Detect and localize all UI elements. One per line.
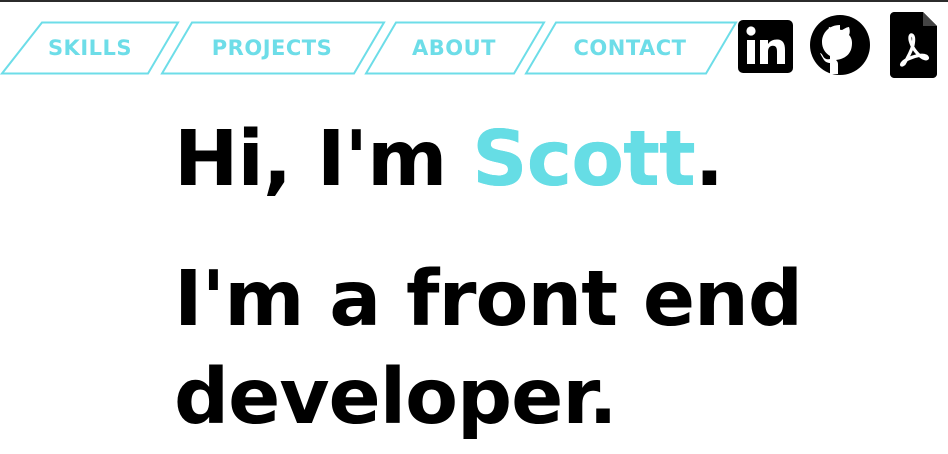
github-icon <box>810 15 870 75</box>
nav-tab-contact[interactable]: CONTACT <box>524 21 738 75</box>
nav-tab-about-label: ABOUT <box>412 36 496 60</box>
nav-tab-skills[interactable]: SKILLS <box>0 21 180 75</box>
page: SKILLS PROJECTS ABOUT CONTACT Hi, I'm Sc… <box>0 0 948 454</box>
hero-greeting: Hi, I'm Scott. <box>174 112 724 208</box>
linkedin-icon <box>738 20 793 73</box>
nav-tab-projects[interactable]: PROJECTS <box>160 21 386 75</box>
nav-tab-projects-label: PROJECTS <box>211 36 333 60</box>
hero-name: Scott <box>472 115 696 204</box>
github-link[interactable] <box>809 14 871 80</box>
nav-tab-about[interactable]: ABOUT <box>364 21 546 75</box>
greeting-suffix: . <box>694 115 724 204</box>
nav-tab-skills-label: SKILLS <box>47 36 133 60</box>
pdf-icon <box>890 12 937 78</box>
hero-role-line-2: developer. <box>174 353 618 442</box>
resume-link[interactable] <box>890 12 937 82</box>
hero-role-line-1: I'm a front end <box>174 255 803 344</box>
nav-tab-contact-label: CONTACT <box>573 36 687 60</box>
linkedin-link[interactable] <box>738 20 793 77</box>
greeting-prefix: Hi, I'm <box>174 115 473 204</box>
top-divider <box>0 0 948 2</box>
